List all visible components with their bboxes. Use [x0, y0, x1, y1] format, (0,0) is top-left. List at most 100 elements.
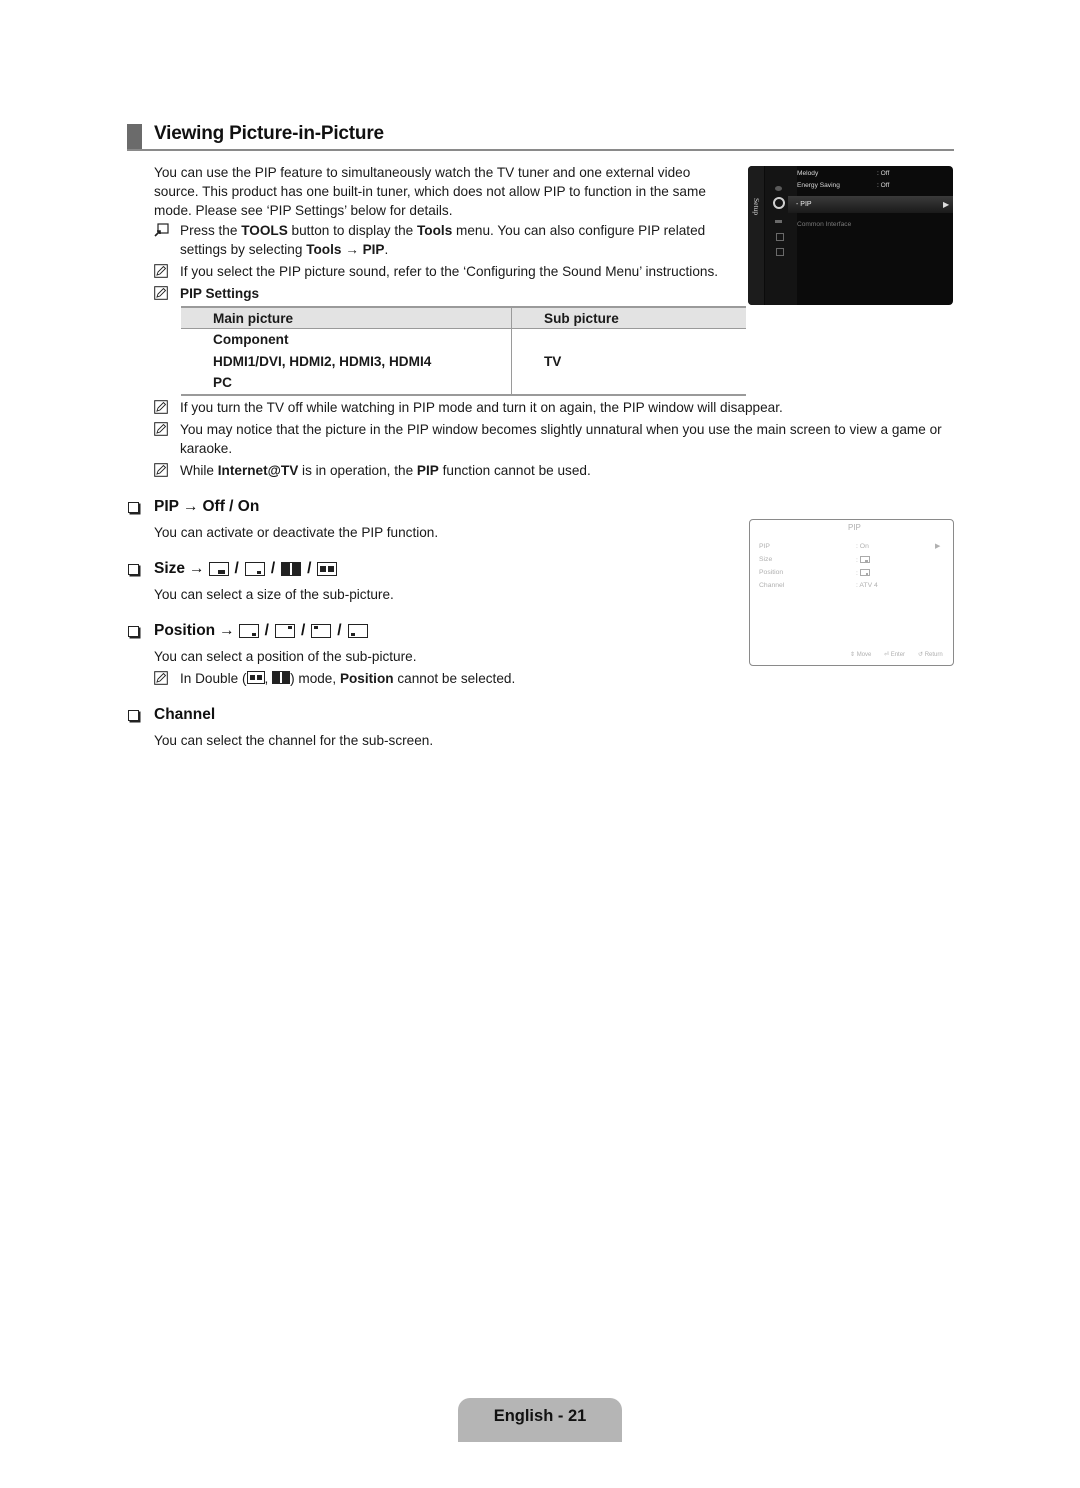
pip-settings-table: Main picture Sub picture Component TV HD… [181, 306, 746, 396]
section-position-heading: Position → / / / [127, 622, 368, 640]
arrow: → [182, 498, 199, 515]
position-row-value: : [856, 569, 870, 577]
note-internet-tv: While Internet@TV is in operation, the P… [154, 461, 954, 482]
menu-item-common-interface: Common Interface [797, 221, 852, 228]
section-options: Off / On [202, 498, 260, 515]
text: cannot be selected. [393, 671, 516, 686]
note-text: If you select the PIP picture sound, ref… [180, 264, 719, 279]
note-icon [154, 669, 180, 690]
checkbox-bullet-icon [128, 625, 139, 637]
main-picture-cell: Component [213, 332, 289, 347]
page-title: Viewing Picture-in-Picture [154, 123, 384, 144]
note-icon [154, 262, 180, 283]
checkbox-bullet-icon [128, 563, 139, 575]
position-top-right-icon [274, 624, 295, 638]
setup-gear-icon [773, 197, 785, 209]
sub-picture-cell: TV [511, 328, 746, 396]
picture-menu-icon [775, 186, 782, 191]
menu-value-energy-saving: : Off [877, 182, 890, 189]
section-size-heading: Size → / / / [127, 560, 338, 578]
position-bottom-right-icon [238, 624, 259, 638]
text: ) mode, [290, 671, 340, 686]
text: button to display the [287, 223, 418, 238]
position-bottom-left-icon [347, 624, 368, 638]
arrow: → [189, 560, 205, 577]
section-position-description: You can select a position of the sub-pic… [154, 649, 417, 664]
text: In Double ( [180, 671, 247, 686]
input-menu-icon [775, 220, 782, 223]
size-large-icon [208, 562, 229, 576]
note-sound: If you select the PIP picture sound, ref… [154, 262, 754, 283]
column-header-main: Main picture [181, 306, 512, 329]
title-divider [127, 149, 954, 151]
tools-icon [154, 221, 180, 242]
note-pip-disappear: If you turn the TV off while watching in… [154, 398, 954, 419]
table-row: Component TV [181, 328, 746, 396]
tv-pip-menu-screenshot: PIP PIP : On ▶ Size : Position : Channel… [749, 519, 954, 666]
move-hint: ⇕ Move [850, 652, 872, 658]
note-icon [154, 284, 180, 305]
menu-item-melody: Melody [797, 170, 819, 177]
size-double-split-icon [272, 671, 291, 684]
text: : [856, 557, 858, 564]
note-icon [154, 461, 180, 482]
enter-hint: ⏎ Enter [884, 652, 906, 658]
size-row-value: : [856, 556, 870, 564]
text: . [384, 242, 389, 257]
keyword: Position [339, 671, 394, 686]
application-menu-icon [776, 233, 784, 241]
tools-keyword: TOOLS [241, 223, 288, 238]
intro-paragraph: You can use the PIP feature to simultane… [154, 163, 734, 220]
menu-item-pip: - PIP [796, 201, 812, 208]
text: : [856, 570, 858, 577]
note-unnatural: You may notice that the picture in the P… [154, 420, 954, 458]
section-title: Position [154, 622, 216, 639]
pip-row-value: : On [856, 543, 869, 550]
section-title: Size [154, 560, 186, 577]
text: Enter [890, 652, 906, 658]
menu-value-melody: : Off [877, 170, 890, 177]
text: While [180, 463, 218, 478]
position-top-left-icon [311, 624, 332, 638]
page-footer: English - 21 [458, 1398, 622, 1442]
selected-row-highlight [788, 196, 953, 213]
tv-setup-menu-screenshot: Setup Melody : Off Energy Saving : Off -… [748, 166, 953, 305]
tools-path: Tools → PIP [306, 242, 385, 257]
text: Press the [180, 223, 242, 238]
main-picture-cell: HDMI1/DVI, HDMI2, HDMI3, HDMI4 [213, 353, 432, 369]
section-title: PIP [154, 498, 179, 515]
title-bar-marker [127, 124, 142, 150]
size-double-split-icon [281, 562, 302, 576]
checkbox-bullet-icon [128, 709, 139, 721]
note-text: You may notice that the picture in the P… [180, 422, 942, 456]
submenu-arrow-icon: ▶ [935, 543, 941, 550]
note-double-mode: In Double (, ) mode, Position cannot be … [154, 669, 654, 690]
text: is in operation, the [298, 463, 417, 478]
pip-settings-heading: PIP Settings [180, 286, 260, 301]
pip-row-label: PIP [759, 543, 770, 550]
checkbox-bullet-icon [128, 501, 139, 513]
position-bottom-right-icon [859, 569, 870, 576]
channel-row-label: Channel [759, 582, 785, 589]
position-row-label: Position [759, 569, 784, 576]
size-double-pip-icon [246, 671, 265, 684]
support-menu-icon [776, 248, 784, 256]
note-text: If you turn the TV off while watching in… [180, 400, 783, 415]
note-icon [154, 420, 180, 441]
size-row-label: Size [759, 556, 773, 563]
tools-note: Press the TOOLS button to display the To… [154, 221, 734, 259]
section-channel-description: You can select the channel for the sub-s… [154, 733, 434, 748]
menu-item-energy-saving: Energy Saving [797, 182, 840, 189]
text: Return [924, 652, 943, 658]
arrow: → [219, 622, 235, 639]
section-pip-heading: PIP → Off / On [127, 498, 259, 516]
menu-sidebar [748, 166, 764, 305]
column-header-sub: Sub picture [511, 306, 746, 329]
intro-line: source. This product has one built-in tu… [154, 184, 706, 199]
note-icon [154, 398, 180, 419]
return-hint: ↺ Return [918, 652, 943, 658]
size-small-icon [244, 562, 265, 576]
size-double-pip-icon [317, 562, 338, 576]
pip-menu-title: PIP [848, 523, 861, 532]
setup-label: Setup [752, 198, 761, 216]
